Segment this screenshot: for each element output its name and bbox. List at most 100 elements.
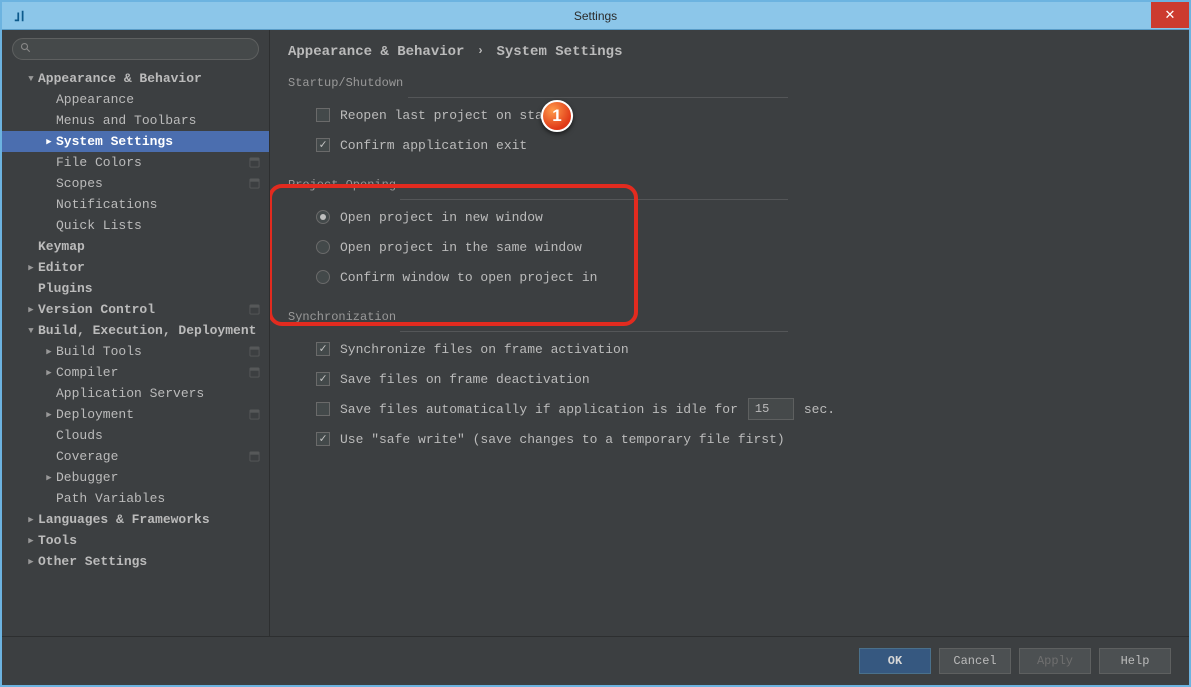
open-new-window-label: Open project in new window bbox=[340, 210, 543, 225]
autosave-seconds-input[interactable] bbox=[748, 398, 794, 420]
apply-button[interactable]: Apply bbox=[1019, 648, 1091, 674]
breadcrumb: Appearance & Behavior › System Settings bbox=[288, 44, 1171, 60]
chevron-right-icon[interactable]: ▶ bbox=[24, 536, 38, 546]
tree-item-label: Appearance bbox=[56, 92, 261, 107]
tree-item-label: Appearance & Behavior bbox=[38, 71, 261, 86]
cancel-button[interactable]: Cancel bbox=[939, 648, 1011, 674]
tree-item-label: Notifications bbox=[56, 197, 261, 212]
chevron-right-icon[interactable]: ▶ bbox=[24, 305, 38, 315]
tree-item-coverage[interactable]: Coverage bbox=[2, 446, 269, 467]
chevron-right-icon[interactable]: ▶ bbox=[42, 347, 56, 357]
confirm-exit-checkbox[interactable] bbox=[316, 138, 330, 152]
tree-item-keymap[interactable]: Keymap bbox=[2, 236, 269, 257]
confirm-window-radio[interactable] bbox=[316, 270, 330, 284]
tree-item-label: Scopes bbox=[56, 176, 247, 191]
confirm-window-label: Confirm window to open project in bbox=[340, 270, 597, 285]
group-sync-title: Synchronization bbox=[288, 310, 404, 324]
chevron-right-icon[interactable]: ▶ bbox=[42, 473, 56, 483]
tree-item-build-tools[interactable]: ▶Build Tools bbox=[2, 341, 269, 362]
chevron-right-icon[interactable]: ▶ bbox=[42, 368, 56, 378]
tree-item-scopes[interactable]: Scopes bbox=[2, 173, 269, 194]
tree-item-languages-frameworks[interactable]: ▶Languages & Frameworks bbox=[2, 509, 269, 530]
tree-item-appearance-behavior[interactable]: ▼Appearance & Behavior bbox=[2, 68, 269, 89]
group-opening-title: Project Opening bbox=[288, 178, 404, 192]
tree-item-label: Build, Execution, Deployment bbox=[38, 323, 261, 338]
breadcrumb-sep: › bbox=[477, 44, 484, 58]
tree-item-path-variables[interactable]: Path Variables bbox=[2, 488, 269, 509]
tree-item-label: Plugins bbox=[38, 281, 261, 296]
tree-item-quick-lists[interactable]: Quick Lists bbox=[2, 215, 269, 236]
tree-item-label: Languages & Frameworks bbox=[38, 512, 261, 527]
project-scope-icon bbox=[247, 408, 261, 422]
project-scope-icon bbox=[247, 177, 261, 191]
project-scope-icon bbox=[247, 303, 261, 317]
tree-item-system-settings[interactable]: ▶System Settings bbox=[2, 131, 269, 152]
tree-item-clouds[interactable]: Clouds bbox=[2, 425, 269, 446]
tree-item-notifications[interactable]: Notifications bbox=[2, 194, 269, 215]
tree-item-label: Version Control bbox=[38, 302, 247, 317]
dialog-footer: OK Cancel Apply Help bbox=[2, 636, 1189, 685]
tree-item-editor[interactable]: ▶Editor bbox=[2, 257, 269, 278]
safe-write-label: Use "safe write" (save changes to a temp… bbox=[340, 432, 785, 447]
autosave-prefix: Save files automatically if application … bbox=[340, 402, 738, 417]
close-button[interactable]: ✕ bbox=[1151, 2, 1189, 28]
group-startup-title: Startup/Shutdown bbox=[288, 76, 411, 90]
open-same-window-radio[interactable] bbox=[316, 240, 330, 254]
chevron-right-icon[interactable]: ▶ bbox=[24, 515, 38, 525]
chevron-right-icon[interactable]: ▶ bbox=[24, 263, 38, 273]
sync-frame-label: Synchronize files on frame activation bbox=[340, 342, 629, 357]
chevron-down-icon[interactable]: ▼ bbox=[24, 326, 38, 336]
tree-item-label: Coverage bbox=[56, 449, 247, 464]
project-scope-icon bbox=[247, 450, 261, 464]
reopen-last-project-label: Reopen last project on startup bbox=[340, 108, 574, 123]
safe-write-checkbox[interactable] bbox=[316, 432, 330, 446]
tree-item-label: Application Servers bbox=[56, 386, 261, 401]
confirm-exit-label: Confirm application exit bbox=[340, 138, 527, 153]
tree-item-application-servers[interactable]: Application Servers bbox=[2, 383, 269, 404]
open-same-window-label: Open project in the same window bbox=[340, 240, 582, 255]
sync-frame-checkbox[interactable] bbox=[316, 342, 330, 356]
tree-item-debugger[interactable]: ▶Debugger bbox=[2, 467, 269, 488]
tree-item-deployment[interactable]: ▶Deployment bbox=[2, 404, 269, 425]
tree-item-other-settings[interactable]: ▶Other Settings bbox=[2, 551, 269, 572]
tree-item-file-colors[interactable]: File Colors bbox=[2, 152, 269, 173]
save-deact-label: Save files on frame deactivation bbox=[340, 372, 590, 387]
tree-item-plugins[interactable]: Plugins bbox=[2, 278, 269, 299]
tree-item-menus-and-toolbars[interactable]: Menus and Toolbars bbox=[2, 110, 269, 131]
save-deact-checkbox[interactable] bbox=[316, 372, 330, 386]
tree-item-tools[interactable]: ▶Tools bbox=[2, 530, 269, 551]
titlebar: Settings ✕ bbox=[2, 2, 1189, 30]
main-panel: Appearance & Behavior › System Settings … bbox=[270, 30, 1189, 636]
open-new-window-radio[interactable] bbox=[316, 210, 330, 224]
window-title: Settings bbox=[574, 9, 617, 23]
tree-item-label: File Colors bbox=[56, 155, 247, 170]
tree-item-label: Debugger bbox=[56, 470, 261, 485]
app-icon bbox=[8, 4, 32, 28]
chevron-right-icon[interactable]: ▶ bbox=[24, 557, 38, 567]
tree-item-label: System Settings bbox=[56, 134, 261, 149]
settings-tree: ▼Appearance & BehaviorAppearanceMenus an… bbox=[2, 68, 269, 572]
tree-item-label: Path Variables bbox=[56, 491, 261, 506]
breadcrumb-leaf: System Settings bbox=[496, 44, 622, 60]
project-scope-icon bbox=[247, 366, 261, 380]
chevron-right-icon[interactable]: ▶ bbox=[42, 137, 56, 147]
chevron-right-icon[interactable]: ▶ bbox=[42, 410, 56, 420]
project-scope-icon bbox=[247, 156, 261, 170]
tree-item-label: Keymap bbox=[38, 239, 261, 254]
tree-item-compiler[interactable]: ▶Compiler bbox=[2, 362, 269, 383]
breadcrumb-root: Appearance & Behavior bbox=[288, 44, 464, 60]
tree-item-build-execution-deployment[interactable]: ▼Build, Execution, Deployment bbox=[2, 320, 269, 341]
tree-item-label: Other Settings bbox=[38, 554, 261, 569]
group-startup: Startup/Shutdown Reopen last project on … bbox=[288, 76, 1171, 160]
autosave-checkbox[interactable] bbox=[316, 402, 330, 416]
ok-button[interactable]: OK bbox=[859, 648, 931, 674]
search-input[interactable] bbox=[12, 38, 259, 60]
tree-item-label: Quick Lists bbox=[56, 218, 261, 233]
tree-item-label: Editor bbox=[38, 260, 261, 275]
chevron-down-icon[interactable]: ▼ bbox=[24, 74, 38, 84]
tree-item-version-control[interactable]: ▶Version Control bbox=[2, 299, 269, 320]
tree-item-label: Clouds bbox=[56, 428, 261, 443]
tree-item-appearance[interactable]: Appearance bbox=[2, 89, 269, 110]
reopen-last-project-checkbox[interactable] bbox=[316, 108, 330, 122]
help-button[interactable]: Help bbox=[1099, 648, 1171, 674]
